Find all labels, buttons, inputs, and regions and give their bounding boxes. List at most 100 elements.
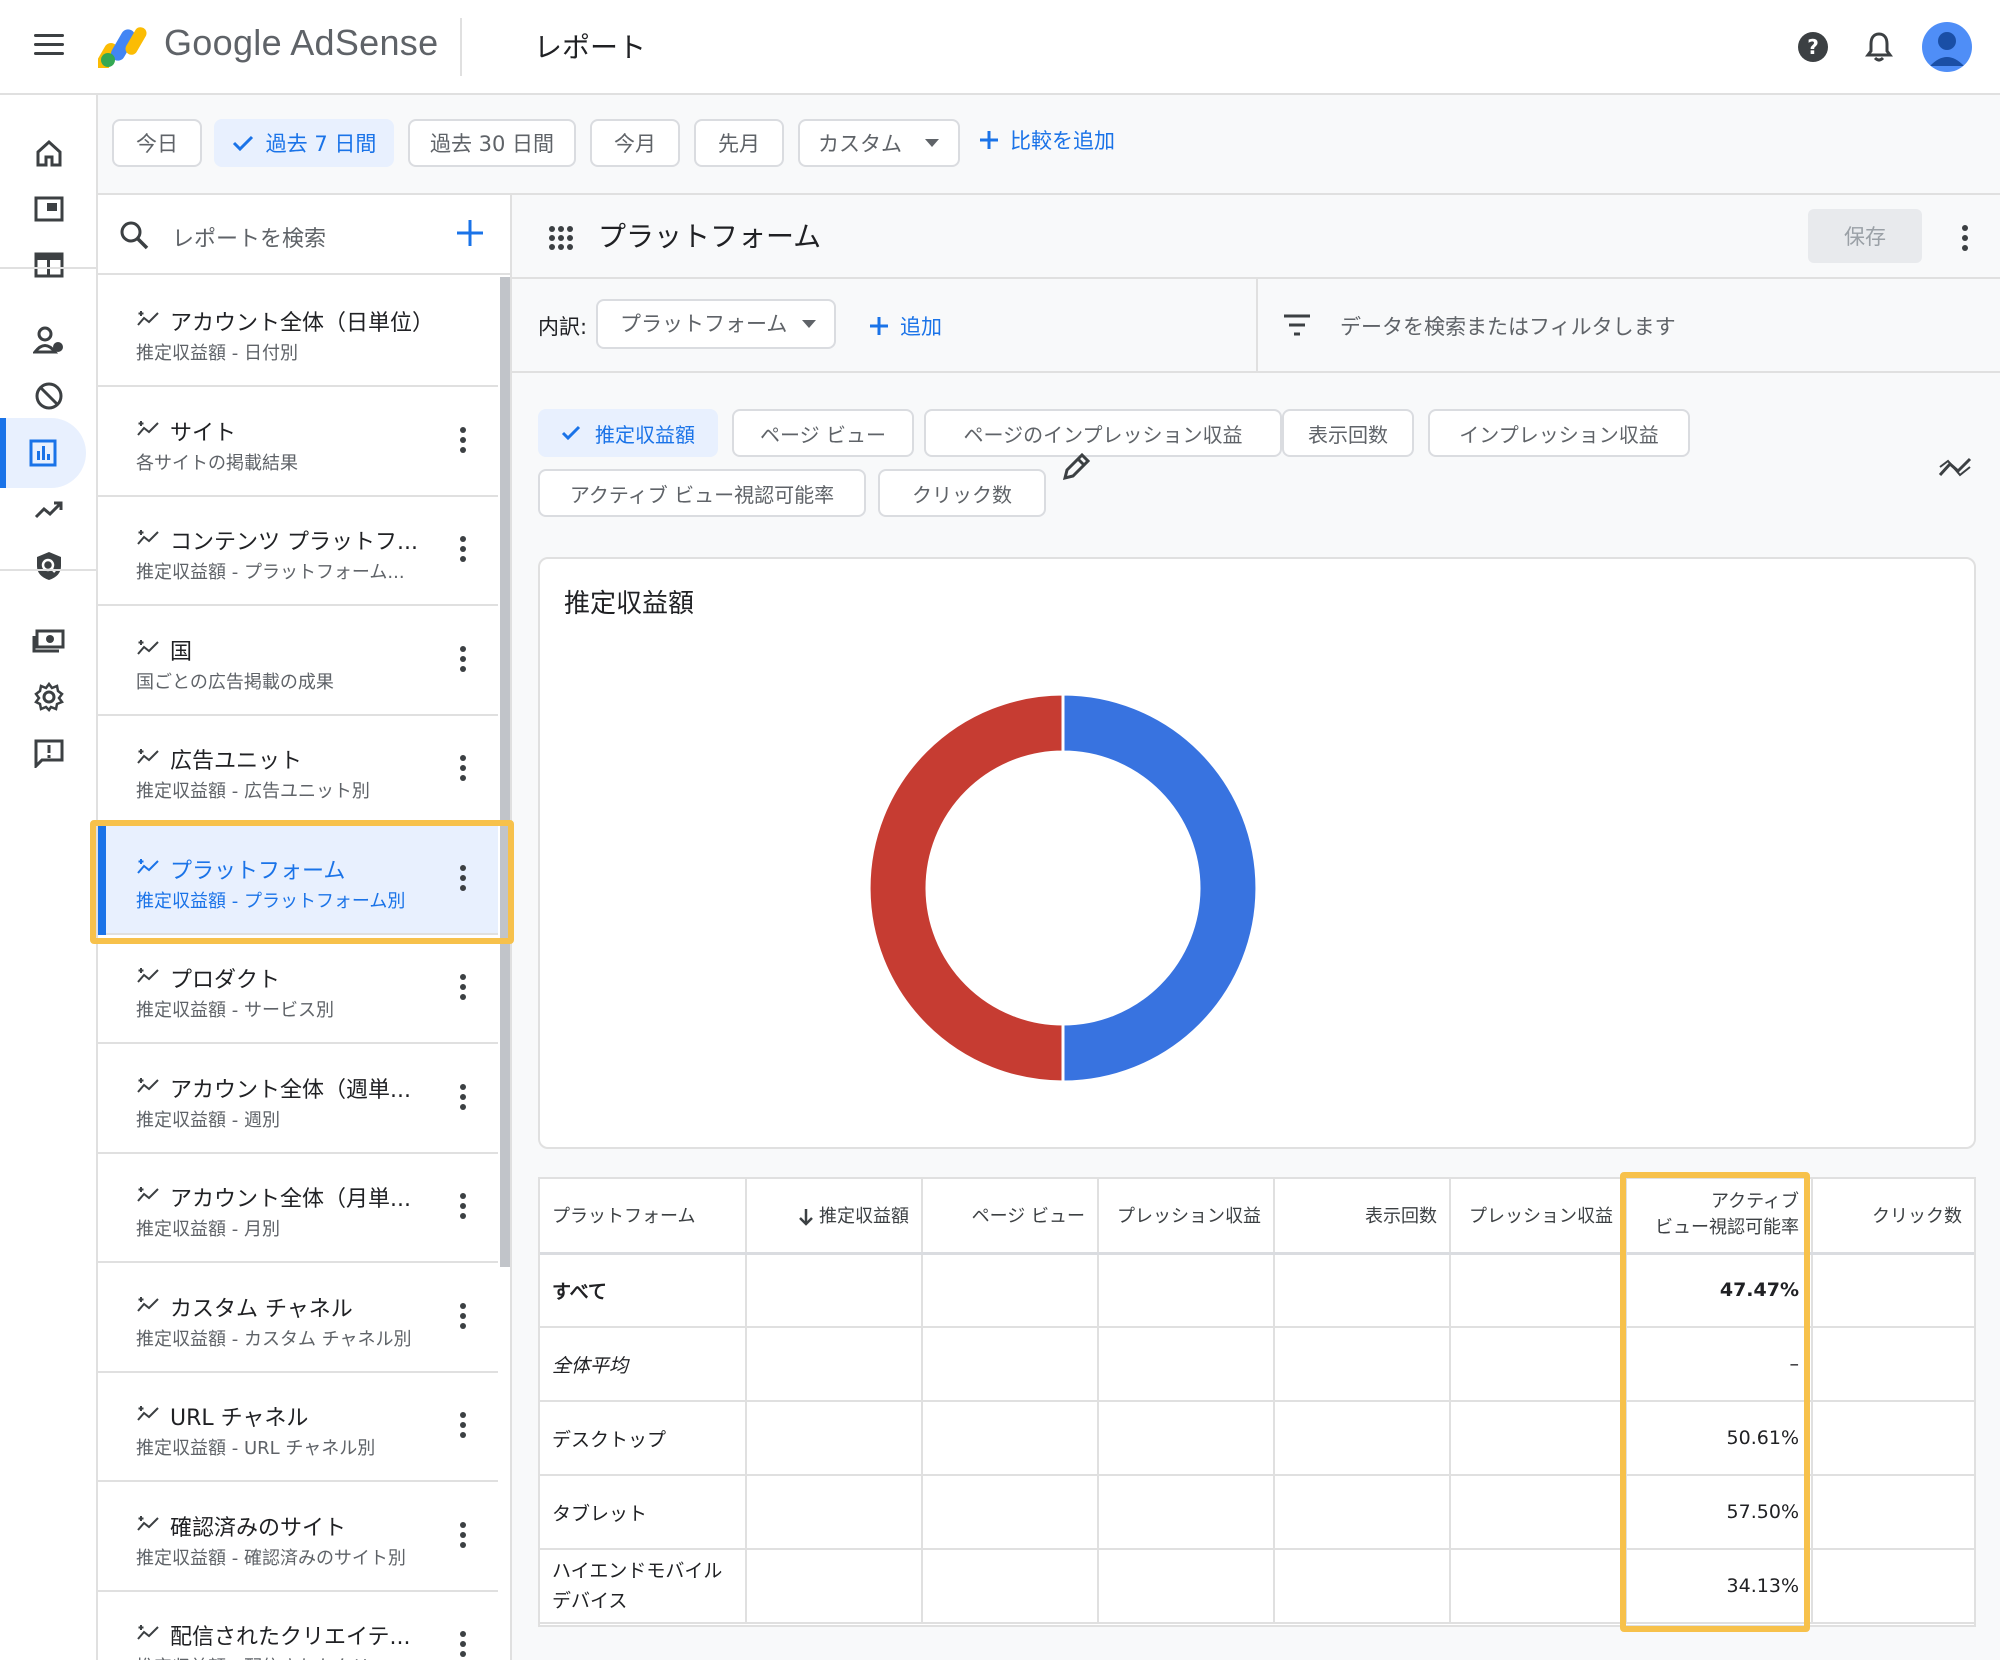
filter-input[interactable]: データを検索またはフィルタします xyxy=(1340,311,1676,341)
metric-chip-page-rpm[interactable]: ページのインプレッション収益 xyxy=(924,409,1282,457)
rail-divider xyxy=(0,267,98,269)
more-vert-icon[interactable] xyxy=(458,755,468,785)
report-list-item[interactable]: 確認済みのサイト 推定収益額 - 確認済みのサイト別 xyxy=(98,1482,498,1592)
report-subtitle: 推定収益額 - 配信されたクリエ... xyxy=(136,1653,405,1660)
metric-chip-impression-rpm[interactable]: インプレッション収益 xyxy=(1428,409,1690,457)
more-vert-icon[interactable] xyxy=(458,1083,468,1114)
table-row[interactable]: デスクトップ 50.61% xyxy=(540,1401,1974,1476)
more-vert-icon[interactable] xyxy=(458,1631,468,1660)
col-label: プレッション収益 xyxy=(1117,1206,1261,1228)
report-list-item[interactable]: プラットフォーム 推定収益額 - プラットフォーム別 xyxy=(98,824,498,935)
table-row[interactable]: 全体平均 – xyxy=(540,1327,1974,1402)
col-header-page-views[interactable]: ページ ビュー xyxy=(922,1179,1099,1255)
adsense-logo[interactable] xyxy=(98,22,150,68)
save-button[interactable]: 保存 xyxy=(1808,209,1922,263)
more-vert-icon[interactable] xyxy=(458,426,468,457)
metric-chip-active-view[interactable]: アクティブ ビュー視認可能率 xyxy=(538,469,866,517)
chip-last-month[interactable]: 先月 xyxy=(694,119,784,167)
col-header-platform[interactable]: プラットフォーム xyxy=(540,1179,747,1255)
table-cell xyxy=(1098,1549,1275,1624)
help-icon[interactable]: ? xyxy=(1796,30,1830,64)
table-cell xyxy=(746,1475,923,1550)
more-vert-icon[interactable] xyxy=(458,1302,468,1333)
donut-slice[interactable] xyxy=(867,692,1065,1084)
report-list-item[interactable]: 広告ユニット 推定収益額 - 広告ユニット別 xyxy=(98,715,498,825)
table-row[interactable]: ハイエンドモバイル デバイス 34.13% xyxy=(540,1549,1974,1624)
chip-label: 先月 xyxy=(718,132,760,156)
more-vert-icon[interactable] xyxy=(458,536,468,566)
pencil-icon[interactable] xyxy=(1060,451,1092,483)
compare-trend-icon[interactable] xyxy=(1938,455,1972,479)
report-subtitle: 各サイトの掲載結果 xyxy=(136,452,298,474)
col-header-impression-rpm[interactable]: プレッション収益 xyxy=(1450,1179,1627,1255)
report-list-item[interactable]: アカウント全体（月単... 推定収益額 - 月別 xyxy=(98,1153,498,1263)
layout-icon[interactable] xyxy=(0,230,98,300)
report-list-item[interactable]: URL チャネル推定収益額 - URL チャネル別 xyxy=(98,1372,498,1482)
table-row[interactable]: タブレット 57.50% xyxy=(540,1475,1974,1550)
more-vert-icon[interactable] xyxy=(458,974,468,1004)
report-search[interactable]: レポートを検索 xyxy=(98,195,510,275)
menu-icon[interactable] xyxy=(34,34,64,58)
search-input[interactable]: レポートを検索 xyxy=(172,221,326,253)
report-title: アカウント全体（週単... xyxy=(170,1077,411,1103)
table-cell xyxy=(1812,1549,1974,1624)
breakdown-select[interactable]: プラットフォーム xyxy=(596,299,836,349)
more-vert-icon[interactable] xyxy=(458,1412,468,1442)
report-list-item[interactable]: アカウント全体（週単... 推定収益額 - 週別 xyxy=(98,1044,498,1154)
more-vert-icon[interactable] xyxy=(458,1521,468,1552)
report-subtitle: 推定収益額 - 日付別 xyxy=(136,343,298,364)
metric-chip-estimated-earnings[interactable]: 推定収益額 xyxy=(538,409,718,457)
col-header-page-rpm[interactable]: プレッション収益 xyxy=(1098,1179,1275,1255)
col-header-estimated-earnings[interactable]: 推定収益額 xyxy=(746,1179,923,1255)
more-vert-icon[interactable] xyxy=(1960,225,1970,255)
shield-search-icon[interactable] xyxy=(0,531,98,601)
avatar[interactable] xyxy=(1922,22,1972,72)
more-vert-icon[interactable] xyxy=(458,645,468,676)
list-scrollbar[interactable] xyxy=(500,277,510,1267)
report-title: URL チャネル xyxy=(170,1406,309,1431)
sparkle-icon xyxy=(137,530,159,545)
report-subtitle: 国ごとの広告掲載の成果 xyxy=(136,671,334,693)
report-title: コンテンツ プラットフ... xyxy=(170,530,418,555)
report-subtitle: 推定収益額 - プラットフォーム... xyxy=(136,562,405,583)
more-vert-icon[interactable] xyxy=(458,864,468,895)
col-header-active-view[interactable]: アクティブ ビュー視認可能率 xyxy=(1626,1179,1813,1255)
report-list-item[interactable]: コンテンツ プラットフ... 推定収益額 - プラットフォーム... xyxy=(98,496,498,606)
bell-icon[interactable] xyxy=(1862,30,1896,64)
plus-icon xyxy=(980,131,998,149)
cell-viewability: 34.13% xyxy=(1626,1549,1813,1624)
chip-this-month[interactable]: 今月 xyxy=(590,119,680,167)
report-list-item[interactable]: プロダクト 推定収益額 - サービス別 xyxy=(98,934,498,1044)
table-cell xyxy=(1098,1327,1275,1402)
chip-last-30-days[interactable]: 過去 30 日間 xyxy=(408,119,576,167)
metric-chip-page-views[interactable]: ページ ビュー xyxy=(732,409,914,457)
add-breakdown-button[interactable]: 追加 xyxy=(868,311,942,341)
more-vert-icon[interactable] xyxy=(458,1193,468,1223)
chip-custom[interactable]: カスタム xyxy=(798,119,960,167)
metric-chip-clicks[interactable]: クリック数 xyxy=(878,469,1046,517)
report-list-item[interactable]: サイト 各サイトの掲載結果 xyxy=(98,387,498,497)
report-subtitle: 推定収益額 - URL チャネル別 xyxy=(136,1438,376,1459)
cell-platform: デスクトップ xyxy=(540,1401,747,1476)
chip-today[interactable]: 今日 xyxy=(112,119,202,167)
new-report-icon[interactable] xyxy=(454,217,486,249)
metric-chip-impressions[interactable]: 表示回数 xyxy=(1282,409,1414,457)
table-row[interactable]: すべて 47.47% xyxy=(540,1253,1974,1328)
add-compare-button[interactable]: 比較を追加 xyxy=(978,125,1115,155)
report-list-item[interactable]: 国国ごとの広告掲載の成果 xyxy=(98,606,498,716)
filter-icon[interactable] xyxy=(1282,313,1312,337)
cell-platform: タブレット xyxy=(540,1475,747,1550)
report-list-item[interactable]: カスタム チャネル 推定収益額 - カスタム チャネル別 xyxy=(98,1263,498,1373)
chip-label: 今月 xyxy=(614,132,656,156)
col-header-clicks[interactable]: クリック数 xyxy=(1812,1179,1974,1255)
donut-slice[interactable] xyxy=(1061,692,1259,1084)
report-list-item[interactable]: アカウント全体（日単位） 推定収益額 - 日付別 xyxy=(98,277,498,387)
apps-grid-icon[interactable] xyxy=(548,225,574,251)
feedback-icon[interactable] xyxy=(0,718,98,788)
chip-last-7-days[interactable]: 過去 7 日間 xyxy=(214,119,394,167)
table-cell xyxy=(922,1401,1099,1476)
col-header-impressions[interactable]: 表示回数 xyxy=(1274,1179,1451,1255)
donut-chart[interactable] xyxy=(866,691,1260,1085)
cell-platform: 全体平均 xyxy=(540,1327,747,1402)
report-list-item[interactable]: 配信されたクリエイテ... 推定収益額 - 配信されたクリエ... xyxy=(98,1591,498,1660)
